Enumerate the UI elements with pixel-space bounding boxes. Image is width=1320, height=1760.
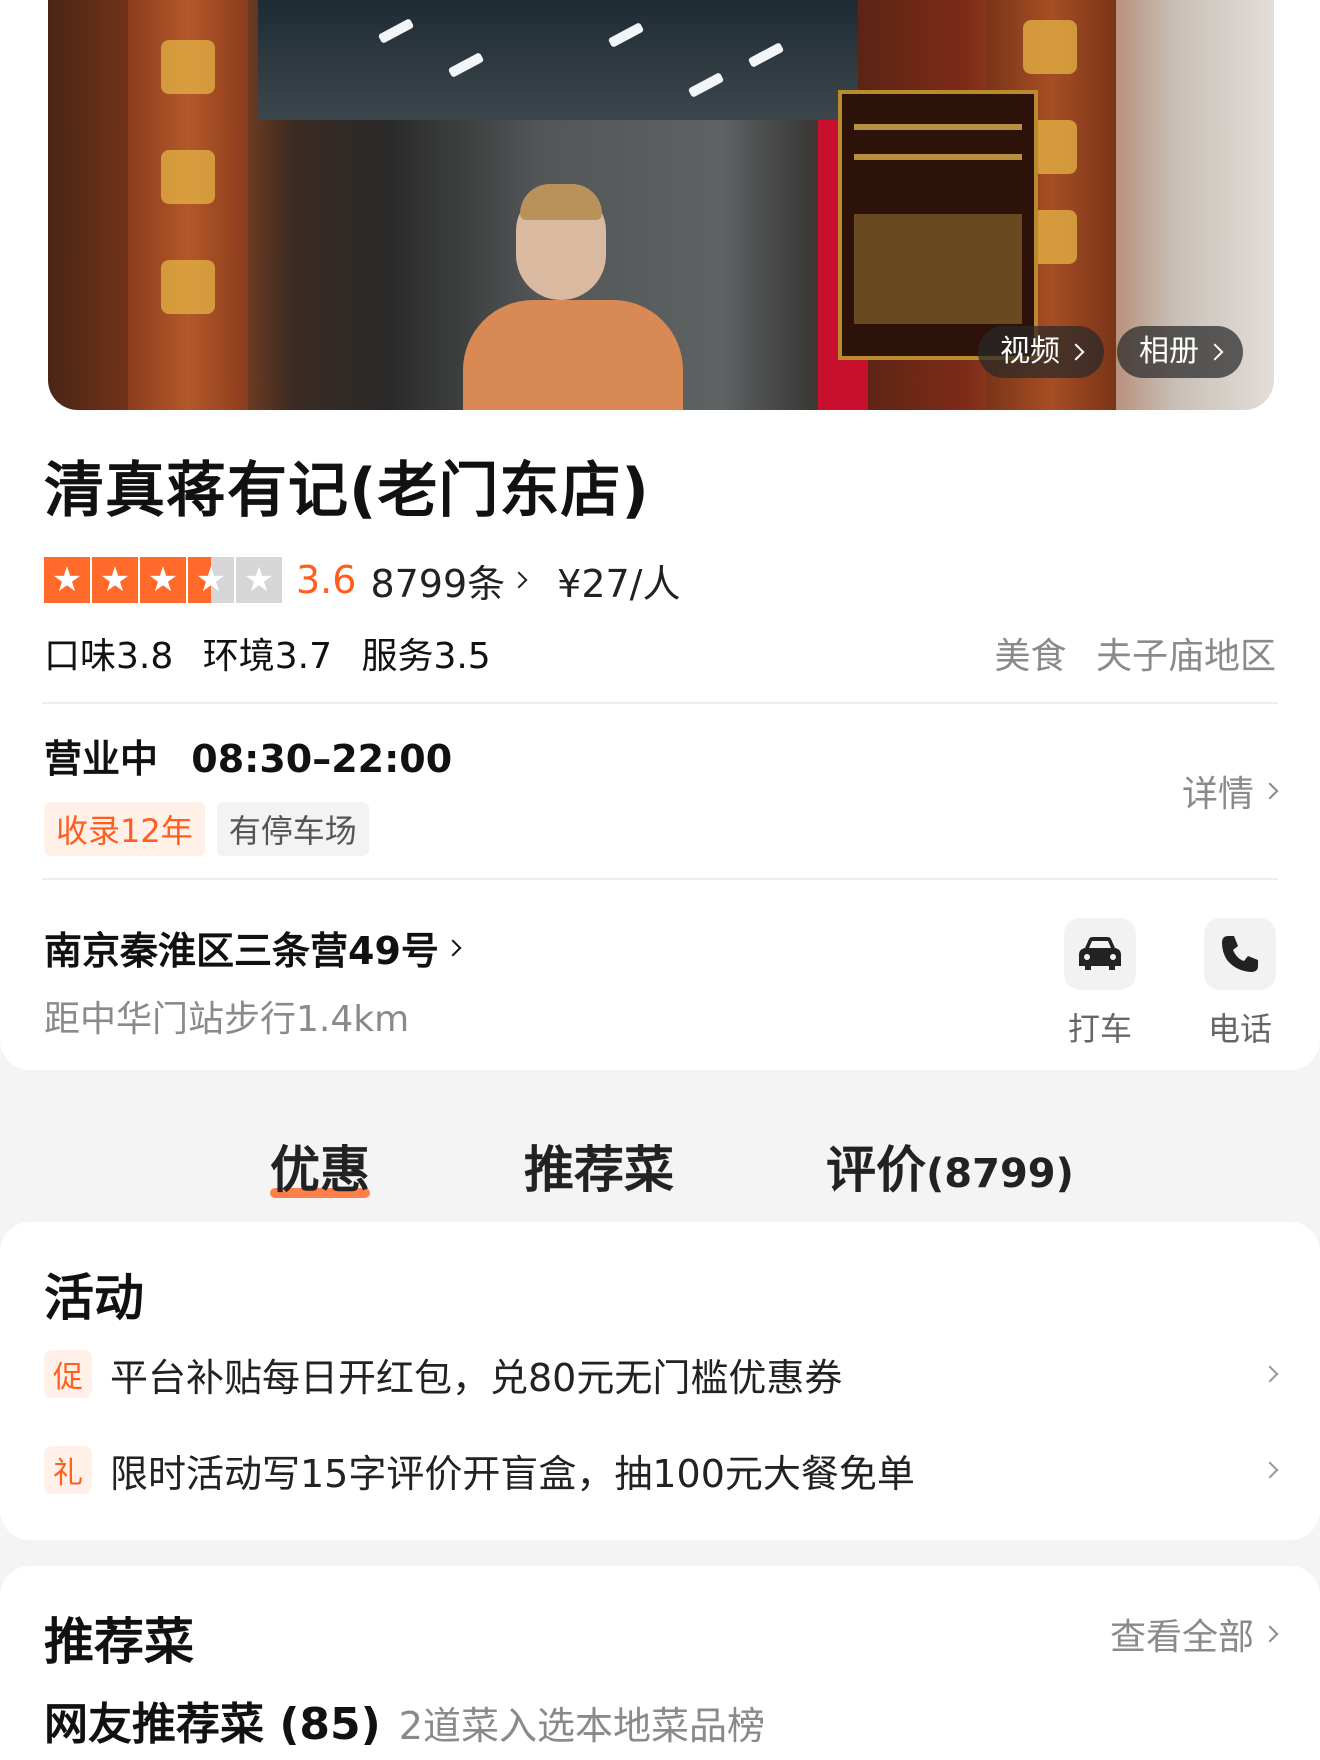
taste-score: 口味3.8	[44, 636, 174, 677]
phone-button[interactable]: 电话	[1200, 918, 1280, 1050]
phone-icon	[1204, 918, 1276, 990]
review-count: 8799条	[370, 561, 506, 606]
tab-discount-label: 优惠	[270, 1141, 370, 1199]
activity-text: 限时活动写15字评价开盲盒，抽100元大餐免单	[110, 1451, 915, 1496]
divider	[42, 878, 1278, 880]
chevron-right-icon	[1261, 782, 1279, 800]
activity-title: 活动	[44, 1269, 144, 1327]
tab-dishes[interactable]: 推荐菜	[524, 1130, 674, 1202]
dishes-note: 2道菜入选本地菜品榜	[398, 1704, 765, 1748]
distance-text: 距中华门站步行1.4km	[44, 999, 410, 1040]
service-score: 服务3.5	[361, 636, 491, 677]
star-icon: ★	[92, 557, 138, 603]
business-hours: 营业中 08:30–22:00	[44, 728, 452, 783]
store-info-card: 清真蒋有记(老门东店) ★ ★ ★ ★ ★ 3.6 8799条 ¥27/人 口味…	[0, 410, 1320, 1070]
price-per-person: ¥27/人	[557, 561, 681, 606]
chevron-right-icon	[1206, 343, 1224, 361]
star-half-icon: ★	[188, 557, 234, 603]
taxi-label: 打车	[1067, 1010, 1132, 1048]
divider	[42, 702, 1278, 704]
dishes-title: 推荐菜	[44, 1613, 194, 1671]
recommended-dishes-card: 推荐菜 查看全部 网友推荐菜 (85) 2道菜入选本地菜品榜	[0, 1566, 1320, 1760]
chevron-right-icon	[510, 571, 528, 589]
star-icon: ★	[140, 557, 186, 603]
video-button-label: 视频	[1000, 334, 1060, 369]
activity-card: 活动 促 平台补贴每日开红包，兑80元无门槛优惠券 礼 限时活动写15字评价开盲…	[0, 1222, 1320, 1540]
area-tag[interactable]: 夫子庙地区	[1096, 636, 1276, 677]
store-hero: 视频 相册	[0, 0, 1320, 412]
tab-reviews-count: (8799)	[926, 1151, 1074, 1197]
chevron-right-icon	[1261, 1365, 1279, 1383]
star-icon: ★	[44, 557, 90, 603]
review-count-link[interactable]: 8799条	[370, 553, 528, 608]
star-empty-icon: ★	[236, 557, 282, 603]
tab-reviews[interactable]: 评价(8799)	[826, 1130, 1074, 1202]
see-all-link[interactable]: 查看全部	[1109, 1608, 1279, 1660]
section-tabs: 优惠 推荐菜 评价(8799)	[0, 1130, 1320, 1210]
hours-range: 08:30–22:00	[191, 737, 453, 781]
sub-scores-row: 口味3.8 环境3.7 服务3.5 美食 夫子庙地区	[44, 628, 1276, 678]
tab-reviews-label: 评价	[826, 1141, 926, 1199]
dishes-subtitle-row: 网友推荐菜 (85) 2道菜入选本地菜品榜	[44, 1688, 765, 1752]
album-button-label: 相册	[1139, 334, 1199, 369]
rating-row: ★ ★ ★ ★ ★ 3.6 8799条 ¥27/人	[44, 553, 681, 608]
chevron-right-icon	[1261, 1461, 1279, 1479]
address-text: 南京秦淮区三条营49号	[44, 929, 439, 973]
badges: 收录12年 有停车场	[44, 802, 369, 856]
phone-label: 电话	[1207, 1010, 1272, 1048]
car-icon	[1064, 918, 1136, 990]
parking-badge: 有停车场	[216, 802, 369, 856]
rating-stars: ★ ★ ★ ★ ★	[44, 557, 282, 603]
chevron-right-icon	[444, 939, 462, 956]
video-button[interactable]: 视频	[978, 326, 1104, 378]
tab-discount[interactable]: 优惠	[270, 1130, 370, 1202]
chevron-right-icon	[1067, 343, 1085, 361]
details-label: 详情	[1181, 774, 1254, 815]
category-tag[interactable]: 美食	[995, 636, 1067, 677]
activity-text: 平台补贴每日开红包，兑80元无门槛优惠券	[110, 1355, 843, 1400]
store-name: 清真蒋有记(老门东店)	[44, 456, 650, 526]
rating-score: 3.6	[296, 558, 357, 602]
business-status: 营业中	[44, 737, 159, 781]
environment-score: 环境3.7	[202, 636, 332, 677]
dishes-subtitle: 网友推荐菜 (85)	[44, 1699, 381, 1750]
tab-dishes-label: 推荐菜	[524, 1141, 674, 1199]
activity-item[interactable]: 礼 限时活动写15字评价开盲盒，抽100元大餐免单	[44, 1440, 1279, 1500]
promo-tag: 促	[44, 1350, 92, 1398]
album-button[interactable]: 相册	[1117, 326, 1243, 378]
address-link[interactable]: 南京秦淮区三条营49号	[44, 920, 462, 975]
gift-tag: 礼	[44, 1446, 92, 1494]
years-listed-badge: 收录12年	[44, 802, 205, 856]
see-all-label: 查看全部	[1109, 1617, 1254, 1658]
taxi-button[interactable]: 打车	[1060, 918, 1140, 1050]
details-link[interactable]: 详情	[1181, 765, 1279, 817]
chevron-right-icon	[1261, 1625, 1279, 1643]
activity-item[interactable]: 促 平台补贴每日开红包，兑80元无门槛优惠券	[44, 1344, 1279, 1404]
